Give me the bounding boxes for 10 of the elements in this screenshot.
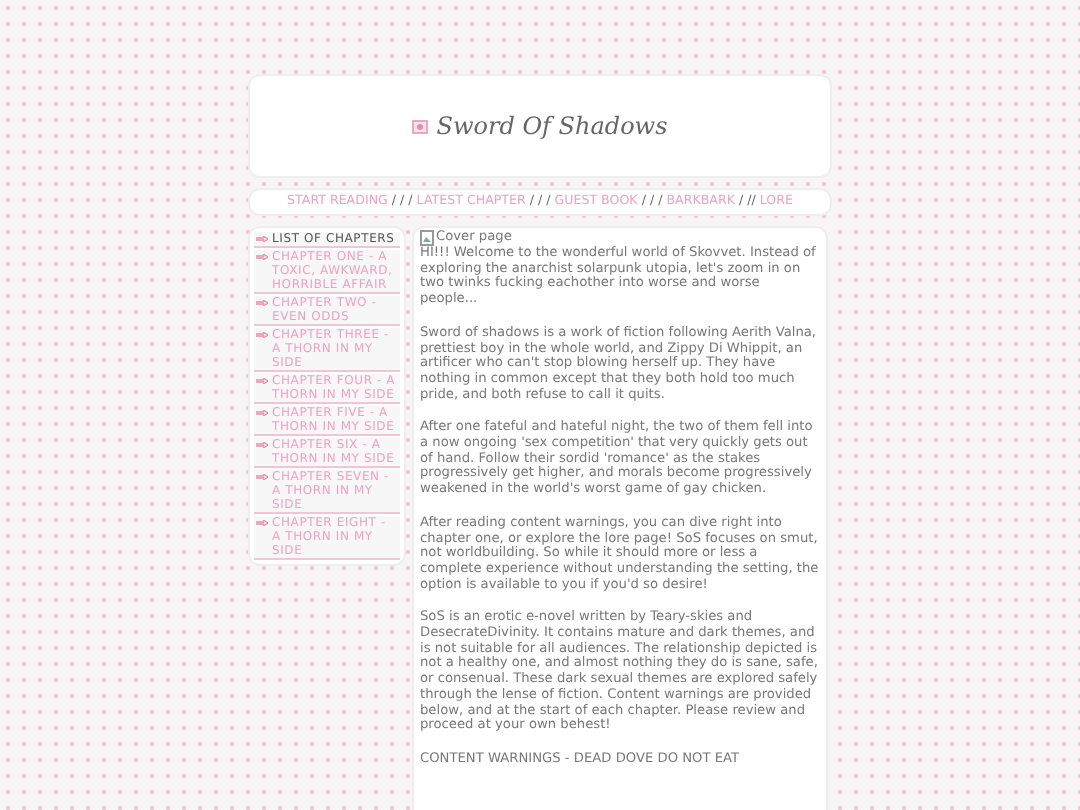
arrow-icon	[256, 378, 268, 384]
arrow-icon	[256, 520, 268, 526]
arrow-icon	[256, 474, 268, 480]
arrow-icon	[256, 442, 268, 448]
arrow-icon	[256, 332, 268, 338]
arrow-icon	[256, 410, 268, 416]
arrow-icon	[256, 254, 268, 260]
site-title: Sword Of Shadows	[436, 110, 668, 144]
arrow-icon	[256, 300, 268, 306]
arrow-icon	[256, 236, 268, 242]
